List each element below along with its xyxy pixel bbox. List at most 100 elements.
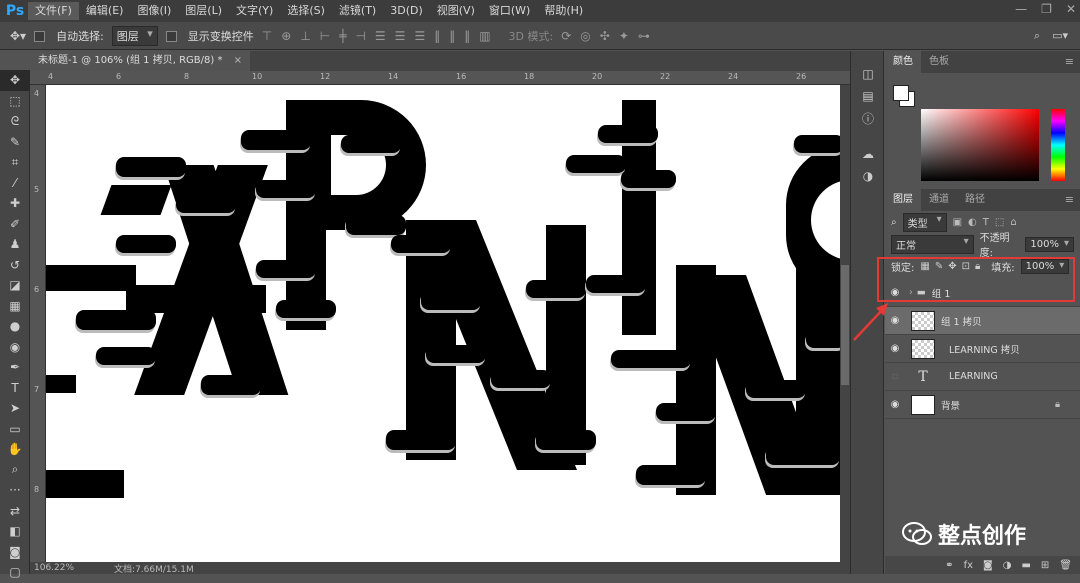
- layer-row-background[interactable]: ◉ 背景 🔒︎: [885, 391, 1080, 419]
- 3d-rotate-icon[interactable]: ⟳: [561, 29, 571, 43]
- 3d-scale-icon[interactable]: ⊶: [638, 29, 650, 43]
- lasso-tool-icon[interactable]: ᘓ: [0, 111, 30, 132]
- filter-icons[interactable]: ▣◐T⬚⌂: [953, 217, 1023, 228]
- zoom-level[interactable]: 106.22%: [34, 563, 74, 573]
- auto-select-checkbox[interactable]: [34, 29, 48, 42]
- close-icon[interactable]: ✕: [1066, 2, 1076, 16]
- document-canvas[interactable]: [46, 85, 840, 562]
- move-tool-icon[interactable]: ✥: [0, 70, 30, 91]
- align-bottom-icon[interactable]: ⊥: [300, 29, 310, 43]
- 3d-roll-icon[interactable]: ◎: [580, 29, 590, 43]
- distribute-top-icon[interactable]: ☰: [375, 29, 386, 43]
- tab-paths[interactable]: 路径: [957, 189, 993, 211]
- tab-close-icon[interactable]: ×: [234, 55, 242, 66]
- crop-tool-icon[interactable]: ⌗: [0, 152, 30, 173]
- foreground-color-swatch[interactable]: [893, 85, 909, 101]
- info-panel-icon[interactable]: ⓘ: [851, 107, 885, 129]
- align-right-icon[interactable]: ⊣: [355, 29, 365, 43]
- document-tab[interactable]: 未标题-1 @ 106% (组 1 拷贝, RGB/8) * ×: [30, 51, 251, 71]
- fx-icon[interactable]: fx: [964, 560, 973, 571]
- menu-view[interactable]: 视图(V): [430, 2, 482, 20]
- new-layer-icon[interactable]: ⊞: [1041, 560, 1049, 571]
- menu-filter[interactable]: 滤镜(T): [332, 2, 383, 20]
- healing-brush-icon[interactable]: ✚: [0, 193, 30, 214]
- screen-mode-icon[interactable]: ▢: [0, 562, 30, 583]
- eye-icon[interactable]: ◉: [885, 399, 905, 410]
- auto-select-dropdown[interactable]: 图层: [111, 25, 158, 46]
- hue-slider[interactable]: [1051, 109, 1065, 181]
- mask-icon[interactable]: ◙: [983, 560, 993, 571]
- blur-tool-icon[interactable]: ●: [0, 316, 30, 337]
- auto-align-icon[interactable]: ▥: [479, 29, 490, 43]
- align-vcenter-icon[interactable]: ⊕: [281, 29, 291, 43]
- eyedropper-tool-icon[interactable]: ⁄: [0, 173, 30, 194]
- eraser-tool-icon[interactable]: ◪: [0, 275, 30, 296]
- align-hcenter-icon[interactable]: ╪: [339, 29, 346, 43]
- quick-select-tool-icon[interactable]: ✎: [0, 132, 30, 153]
- menu-window[interactable]: 窗口(W): [482, 2, 537, 20]
- dodge-tool-icon[interactable]: ◉: [0, 337, 30, 358]
- show-transform-checkbox[interactable]: [165, 29, 180, 42]
- stamp-tool-icon[interactable]: ♟: [0, 234, 30, 255]
- tab-swatches[interactable]: 色板: [921, 51, 957, 73]
- move-tool-icon[interactable]: ✥▾: [10, 29, 26, 43]
- distribute-vcenter-icon[interactable]: ☰: [395, 29, 406, 43]
- layer-row-group-1-copy[interactable]: ◉ 组 1 拷贝: [885, 307, 1080, 335]
- menu-image[interactable]: 图像(I): [130, 2, 178, 20]
- adjustment-layer-icon[interactable]: ◑: [1003, 560, 1012, 571]
- menu-type[interactable]: 文字(Y): [229, 2, 280, 20]
- distribute-hcenter-icon[interactable]: ‖: [449, 29, 455, 43]
- menu-layer[interactable]: 图层(L): [178, 2, 229, 20]
- adjustments-panel-icon[interactable]: ◑: [851, 165, 885, 187]
- properties-panel-icon[interactable]: ▤: [851, 85, 885, 107]
- workspace-icon[interactable]: ▭▾: [1052, 29, 1068, 42]
- panel-menu-icon[interactable]: ≡: [1065, 55, 1074, 68]
- scrollbar-thumb[interactable]: [841, 265, 849, 385]
- delete-layer-icon[interactable]: 🗑︎: [1059, 560, 1072, 571]
- opacity-input[interactable]: 100%: [1025, 236, 1074, 252]
- minimize-icon[interactable]: —: [1015, 2, 1027, 16]
- color-picker-field[interactable]: [921, 109, 1039, 181]
- menu-file[interactable]: 文件(F): [28, 2, 79, 20]
- libraries-panel-icon[interactable]: ☁: [851, 143, 885, 165]
- menu-select[interactable]: 选择(S): [280, 2, 332, 20]
- panel-menu-icon[interactable]: ≡: [1065, 193, 1074, 206]
- 3d-drag-icon[interactable]: ✣: [600, 29, 610, 43]
- brush-tool-icon[interactable]: ✐: [0, 214, 30, 235]
- align-top-icon[interactable]: ⊤: [262, 29, 272, 43]
- history-brush-icon[interactable]: ↺: [0, 255, 30, 276]
- 3d-mode-buttons[interactable]: ⟳ ◎ ✣ ✦ ⊶: [561, 29, 650, 43]
- type-tool-icon[interactable]: T: [0, 378, 30, 399]
- distribute-right-icon[interactable]: ‖: [464, 29, 470, 43]
- hidden-eye-icon[interactable]: ▫: [885, 371, 905, 382]
- gradient-tool-icon[interactable]: ▦: [0, 296, 30, 317]
- tab-color[interactable]: 颜色: [885, 51, 921, 73]
- color-swatches-icon[interactable]: ◧: [0, 521, 30, 542]
- pen-tool-icon[interactable]: ✒: [0, 357, 30, 378]
- 3d-slide-icon[interactable]: ✦: [619, 29, 629, 43]
- menu-3d[interactable]: 3D(D): [383, 2, 430, 20]
- marquee-tool-icon[interactable]: ⬚: [0, 91, 30, 112]
- more-tools-icon[interactable]: ···: [0, 480, 30, 501]
- new-group-icon[interactable]: ▬: [1021, 560, 1030, 571]
- layer-filter-dropdown[interactable]: 类型: [902, 212, 947, 232]
- zoom-tool-icon[interactable]: ⌕: [0, 460, 30, 481]
- align-buttons[interactable]: ⊤ ⊕ ⊥ ⊢ ╪ ⊣ ☰ ☰ ☰ ‖ ‖ ‖ ▥: [262, 29, 491, 43]
- restore-icon[interactable]: ❐: [1041, 2, 1052, 16]
- blend-mode-dropdown[interactable]: 正常: [891, 234, 974, 254]
- layer-row-learning-copy[interactable]: ◉ LEARNING 拷贝: [885, 335, 1080, 363]
- path-select-tool-icon[interactable]: ➤: [0, 398, 30, 419]
- quick-mask-icon[interactable]: ◙: [0, 542, 30, 563]
- layer-row-learning-text[interactable]: ▫ T LEARNING: [885, 363, 1080, 391]
- align-left-icon[interactable]: ⊢: [320, 29, 330, 43]
- eye-icon[interactable]: ◉: [885, 343, 905, 354]
- search-icon[interactable]: ⌕: [1034, 29, 1040, 43]
- link-layers-icon[interactable]: ⚭: [945, 560, 953, 571]
- menu-edit[interactable]: 编辑(E): [79, 2, 131, 20]
- swap-colors-icon[interactable]: ⇄: [0, 501, 30, 522]
- tab-layers[interactable]: 图层: [885, 189, 921, 211]
- vertical-scrollbar[interactable]: [840, 85, 850, 562]
- distribute-bottom-icon[interactable]: ☰: [414, 29, 425, 43]
- hand-tool-icon[interactable]: ✋: [0, 439, 30, 460]
- tab-channels[interactable]: 通道: [921, 189, 957, 211]
